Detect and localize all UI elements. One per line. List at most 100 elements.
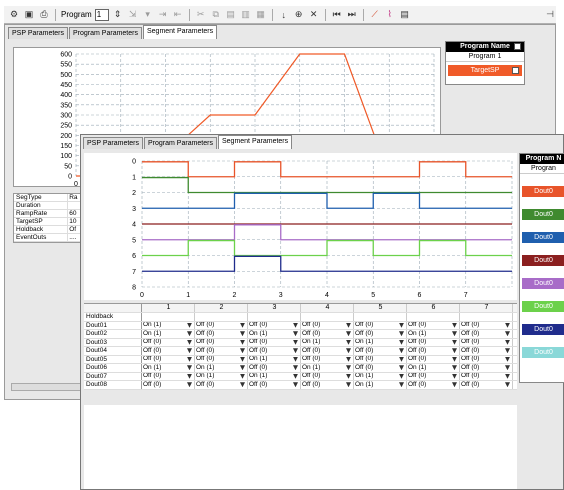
dropdown-arrow-icon[interactable] — [346, 331, 351, 337]
event-select[interactable]: On (1) — [142, 364, 195, 372]
copy-icon[interactable]: ⧉ — [210, 9, 222, 21]
legend-item-dout[interactable]: Dout0 — [522, 324, 564, 335]
dropdown-arrow-icon[interactable] — [452, 382, 457, 388]
event-select[interactable]: On (1) — [195, 372, 248, 380]
dropdown-arrow-icon[interactable] — [505, 373, 510, 379]
dropdown-arrow-icon[interactable] — [346, 356, 351, 362]
event-select[interactable]: Off (0) — [248, 347, 301, 355]
dropdown-arrow-icon[interactable] — [399, 356, 404, 362]
dropdown-arrow-icon[interactable] — [187, 348, 192, 354]
cut-icon[interactable]: ✂ — [195, 9, 207, 21]
legend-item-targetsp[interactable]: TargetSP — [448, 65, 522, 76]
legend-item-dout[interactable]: Dout0 — [522, 278, 564, 289]
event-select[interactable]: On (1) — [301, 338, 354, 346]
event-select[interactable]: Off (0) — [248, 338, 301, 346]
dropdown-arrow-icon[interactable] — [399, 382, 404, 388]
event-select[interactable]: Off (0) — [354, 355, 407, 363]
dropdown-arrow-icon[interactable] — [505, 365, 510, 371]
dropdown-arrow-icon[interactable] — [240, 339, 245, 345]
legend-checkbox[interactable] — [512, 67, 519, 74]
first-icon[interactable]: ⏮ — [331, 9, 343, 21]
print-icon[interactable]: ⎙ — [38, 9, 50, 21]
event-select[interactable]: Off (0) — [195, 321, 248, 329]
event-select[interactable]: On (1) — [354, 381, 407, 389]
event-select[interactable]: Off (0) — [354, 364, 407, 372]
event-select[interactable]: Off (0) — [407, 355, 460, 363]
event-select[interactable]: On (1) — [248, 372, 301, 380]
event-select[interactable]: Off (0) — [195, 347, 248, 355]
dropdown-arrow-icon[interactable] — [187, 365, 192, 371]
event-select[interactable]: Off (0) — [460, 364, 513, 372]
event-select[interactable]: On (1) — [354, 338, 407, 346]
dropdown-icon[interactable]: ▾ — [142, 9, 154, 21]
event-select[interactable] — [301, 313, 354, 321]
event-select[interactable]: On (1) — [354, 372, 407, 380]
dropdown-arrow-icon[interactable] — [293, 373, 298, 379]
tab-psp-parameters[interactable]: PSP Parameters — [8, 27, 69, 39]
dropdown-arrow-icon[interactable] — [452, 339, 457, 345]
insert-segment-icon[interactable]: ⇥ — [157, 9, 169, 21]
event-select[interactable]: Off (0) — [195, 355, 248, 363]
event-select[interactable]: Off (0) — [301, 372, 354, 380]
dropdown-arrow-icon[interactable] — [293, 365, 298, 371]
event-select[interactable]: On (1) — [407, 364, 460, 372]
event-select[interactable]: Off (0) — [407, 372, 460, 380]
dropdown-arrow-icon[interactable] — [187, 356, 192, 362]
event-select[interactable]: Off (0) — [142, 381, 195, 389]
legend-item-dout[interactable]: Dout0 — [522, 301, 564, 312]
tab-segment-parameters[interactable]: Segment Parameters — [142, 25, 218, 39]
event-select[interactable]: Off (0) — [460, 321, 513, 329]
event-select[interactable]: Off (0) — [195, 338, 248, 346]
dropdown-arrow-icon[interactable] — [399, 339, 404, 345]
paste-special-icon[interactable]: ▥ — [240, 9, 252, 21]
add-icon[interactable]: ⊕ — [293, 9, 305, 21]
spin-arrows-icon[interactable]: ⇕ — [112, 9, 124, 21]
dropdown-arrow-icon[interactable] — [452, 322, 457, 328]
event-select[interactable]: On (1) — [407, 330, 460, 338]
dropdown-arrow-icon[interactable] — [505, 322, 510, 328]
dropdown-arrow-icon[interactable] — [399, 373, 404, 379]
event-select[interactable]: Off (0) — [195, 381, 248, 389]
legend-item-dout[interactable]: Dout0 — [522, 255, 564, 266]
dropdown-arrow-icon[interactable] — [452, 331, 457, 337]
dropdown-arrow-icon[interactable] — [240, 356, 245, 362]
tab-program-parameters[interactable]: Program Parameters — [69, 27, 142, 39]
dropdown-arrow-icon[interactable] — [452, 356, 457, 362]
dropdown-arrow-icon[interactable] — [505, 339, 510, 345]
dropdown-arrow-icon[interactable] — [293, 356, 298, 362]
property-row[interactable]: TargetSP 10 — [14, 218, 82, 226]
event-select[interactable]: Off (0) — [301, 321, 354, 329]
event-select[interactable] — [248, 313, 301, 321]
dropdown-arrow-icon[interactable] — [240, 348, 245, 354]
event-select[interactable]: Off (0) — [301, 347, 354, 355]
property-row[interactable]: EventOuts.... — [14, 234, 82, 242]
event-select[interactable]: On (1) — [142, 330, 195, 338]
dropdown-arrow-icon[interactable] — [346, 322, 351, 328]
event-select[interactable]: Off (0) — [142, 338, 195, 346]
dropdown-arrow-icon[interactable] — [399, 365, 404, 371]
event-select[interactable]: Off (0) — [460, 372, 513, 380]
paste-icon[interactable]: ▤ — [225, 9, 237, 21]
pin-icon[interactable]: ⊣ — [544, 9, 556, 21]
dropdown-arrow-icon[interactable] — [240, 382, 245, 388]
dropdown-arrow-icon[interactable] — [346, 365, 351, 371]
event-select[interactable] — [142, 313, 195, 321]
dropdown-arrow-icon[interactable] — [187, 382, 192, 388]
dropdown-arrow-icon[interactable] — [293, 331, 298, 337]
event-select[interactable]: Off (0) — [354, 330, 407, 338]
event-select[interactable]: Off (0) — [407, 338, 460, 346]
event-select[interactable]: On (1) — [248, 330, 301, 338]
chart-view-icon[interactable]: ⟋ — [369, 9, 381, 21]
horizontal-scrollbar[interactable] — [11, 383, 83, 391]
program-number-input[interactable]: 1 — [94, 8, 109, 21]
property-row[interactable]: Duration — [14, 202, 82, 210]
dropdown-arrow-icon[interactable] — [346, 373, 351, 379]
dropdown-arrow-icon[interactable] — [399, 331, 404, 337]
program-icon[interactable]: ⚙ — [8, 9, 20, 21]
property-row[interactable]: Holdback Of — [14, 226, 82, 234]
dropdown-arrow-icon[interactable] — [240, 331, 245, 337]
last-icon[interactable]: ⏭ — [346, 9, 358, 21]
event-select[interactable]: Off (0) — [248, 381, 301, 389]
event-select[interactable]: Off (0) — [142, 355, 195, 363]
dropdown-arrow-icon[interactable] — [452, 373, 457, 379]
